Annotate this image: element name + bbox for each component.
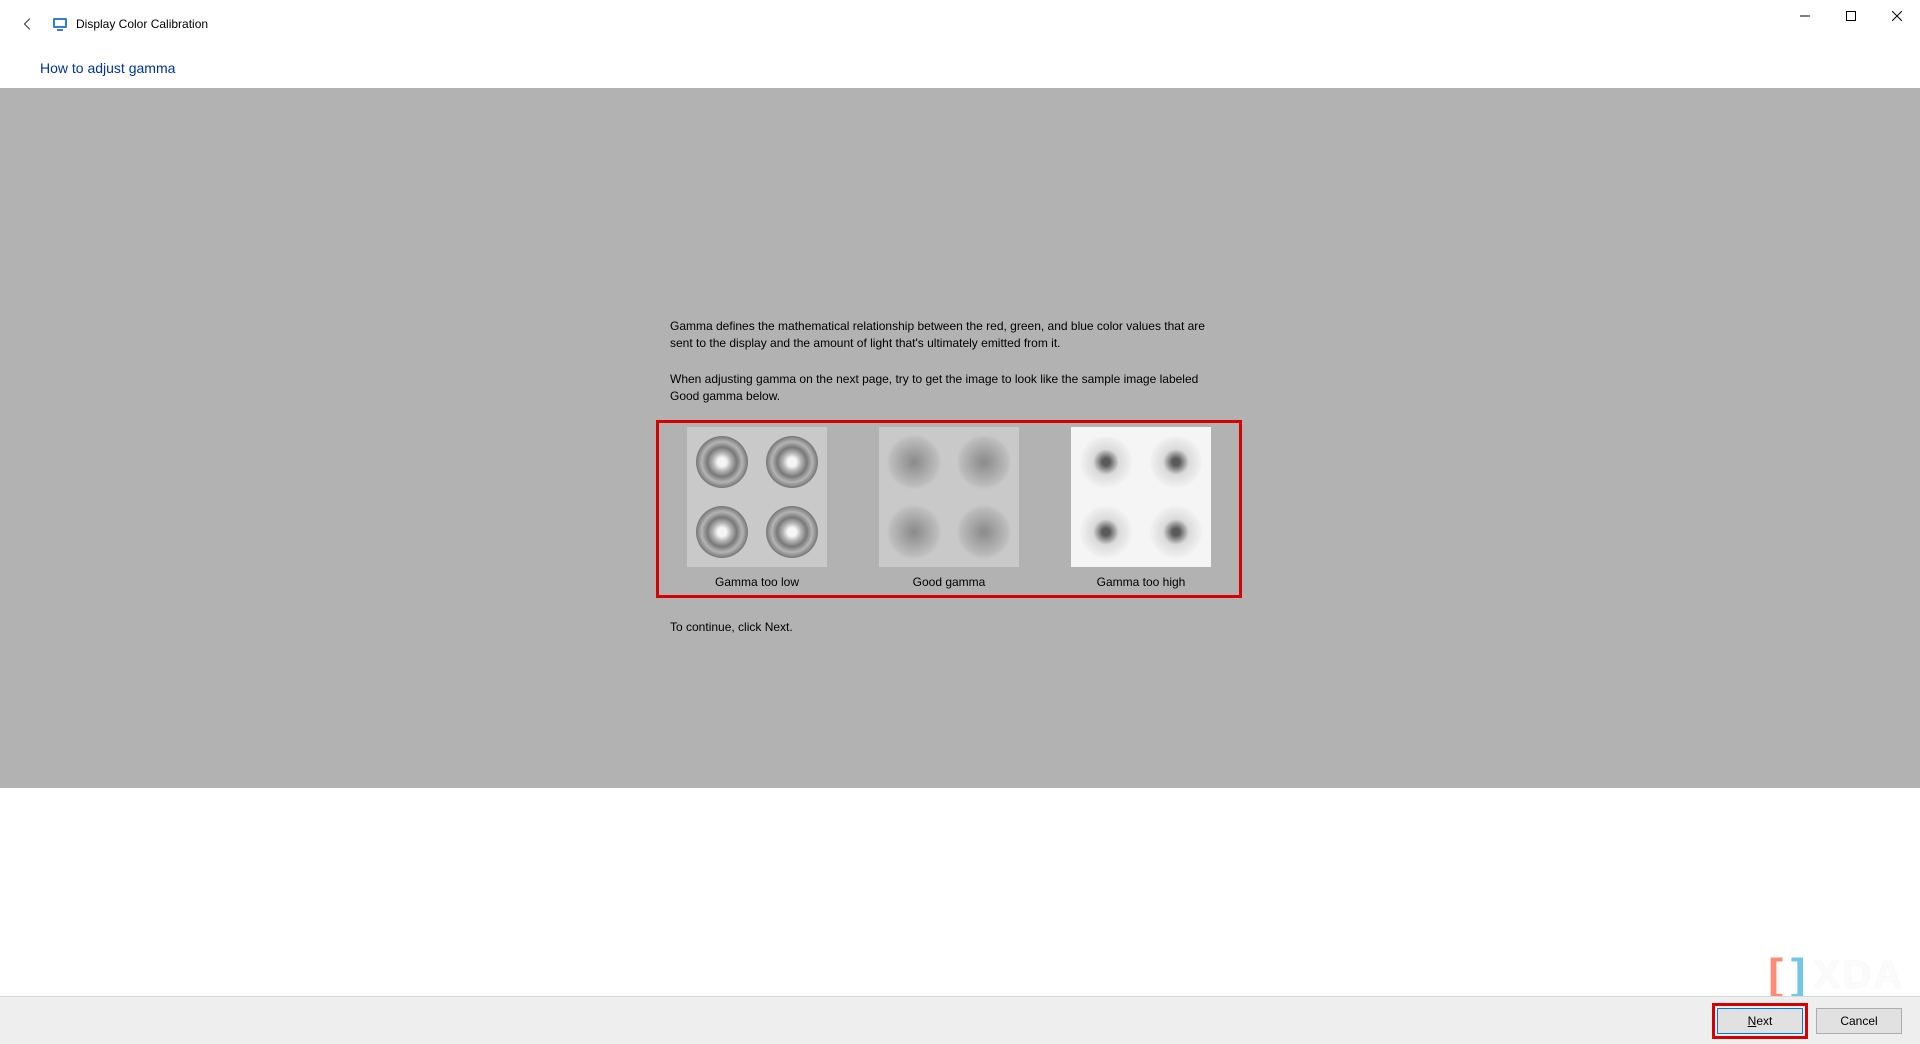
window-title: Display Color Calibration <box>76 17 208 31</box>
gamma-dot-icon <box>1080 506 1132 558</box>
content-block: Gamma defines the mathematical relations… <box>670 318 1230 634</box>
maximize-icon <box>1846 11 1856 21</box>
gamma-good-image <box>879 427 1019 567</box>
next-button-label-rest: ext <box>1756 1014 1772 1028</box>
gamma-samples-highlight: Gamma too low Good gamma <box>656 420 1242 598</box>
close-icon <box>1892 11 1902 21</box>
titlebar: Display Color Calibration <box>0 0 1920 48</box>
continue-text: To continue, click Next. <box>670 620 1230 634</box>
watermark-text: XDA <box>1814 953 1904 998</box>
gamma-dot-icon <box>888 436 940 488</box>
gamma-good-label: Good gamma <box>913 575 986 589</box>
gamma-dot-icon <box>766 436 818 488</box>
gamma-sample-low: Gamma too low <box>669 427 845 589</box>
page-title: How to adjust gamma <box>40 60 175 76</box>
gamma-dot-icon <box>888 506 940 558</box>
bracket-right-icon: ] <box>1791 950 1808 1000</box>
maximize-button[interactable] <box>1828 0 1874 32</box>
minimize-button[interactable] <box>1782 0 1828 32</box>
gamma-low-image <box>687 427 827 567</box>
cancel-button[interactable]: Cancel <box>1816 1008 1902 1034</box>
gamma-high-image <box>1071 427 1211 567</box>
gamma-sample-good: Good gamma <box>861 427 1037 589</box>
gamma-dot-icon <box>1150 436 1202 488</box>
xda-watermark: [ ] XDA <box>1768 950 1904 1000</box>
main-panel: Gamma defines the mathematical relations… <box>0 88 1920 788</box>
gamma-instruction-text: When adjusting gamma on the next page, t… <box>670 371 1230 406</box>
bracket-left-icon: [ <box>1768 950 1785 1000</box>
gamma-sample-high: Gamma too high <box>1053 427 1229 589</box>
gamma-dot-icon <box>958 436 1010 488</box>
gamma-samples-row: Gamma too low Good gamma <box>669 427 1229 589</box>
gamma-high-label: Gamma too high <box>1097 575 1186 589</box>
gamma-dot-icon <box>766 506 818 558</box>
back-button[interactable] <box>6 2 50 46</box>
gamma-low-label: Gamma too low <box>715 575 799 589</box>
gamma-definition-text: Gamma defines the mathematical relations… <box>670 318 1230 353</box>
gamma-dot-icon <box>1150 506 1202 558</box>
close-button[interactable] <box>1874 0 1920 32</box>
minimize-icon <box>1800 11 1810 21</box>
next-button-highlight: Next <box>1712 1003 1808 1039</box>
page-header: How to adjust gamma <box>0 48 1920 88</box>
gamma-dot-icon <box>958 506 1010 558</box>
gamma-dot-icon <box>1080 436 1132 488</box>
app-icon <box>52 16 68 32</box>
window-controls <box>1782 0 1920 32</box>
arrow-left-icon <box>21 17 35 31</box>
gamma-dot-icon <box>696 436 748 488</box>
gamma-dot-icon <box>696 506 748 558</box>
button-bar: Next Cancel <box>0 996 1920 1044</box>
next-button[interactable]: Next <box>1717 1008 1803 1034</box>
